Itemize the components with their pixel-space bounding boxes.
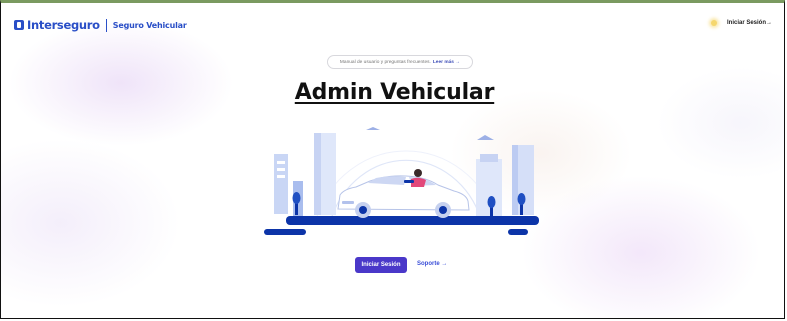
login-button[interactable]: Iniciar Sesión [355,257,407,273]
manual-text: Manual de usuario y preguntas frecuentes… [339,59,431,65]
header-login-link[interactable]: Iniciar Sesión→ [710,20,772,26]
header: Interseguro Seguro Vehicular Iniciar Ses… [1,3,784,43]
logo[interactable]: Interseguro Seguro Vehicular [14,18,187,32]
header-login-label: Iniciar Sesión→ [726,20,772,26]
product-name: Seguro Vehicular [112,20,187,30]
brand-name: Interseguro [27,18,100,32]
manual-read-more-link[interactable]: Leer más → [433,60,460,65]
logo-divider [105,18,107,32]
interseguro-logo-icon [14,20,24,30]
support-link[interactable]: Soporte → [417,261,447,267]
sun-icon [710,20,717,26]
page-title: Admin Vehicular [294,80,495,105]
manual-banner[interactable]: Manual de usuario y preguntas frecuentes… [327,55,473,69]
page-frame: Interseguro Seguro Vehicular Iniciar Ses… [0,0,785,319]
car-city-illustration [264,127,539,235]
